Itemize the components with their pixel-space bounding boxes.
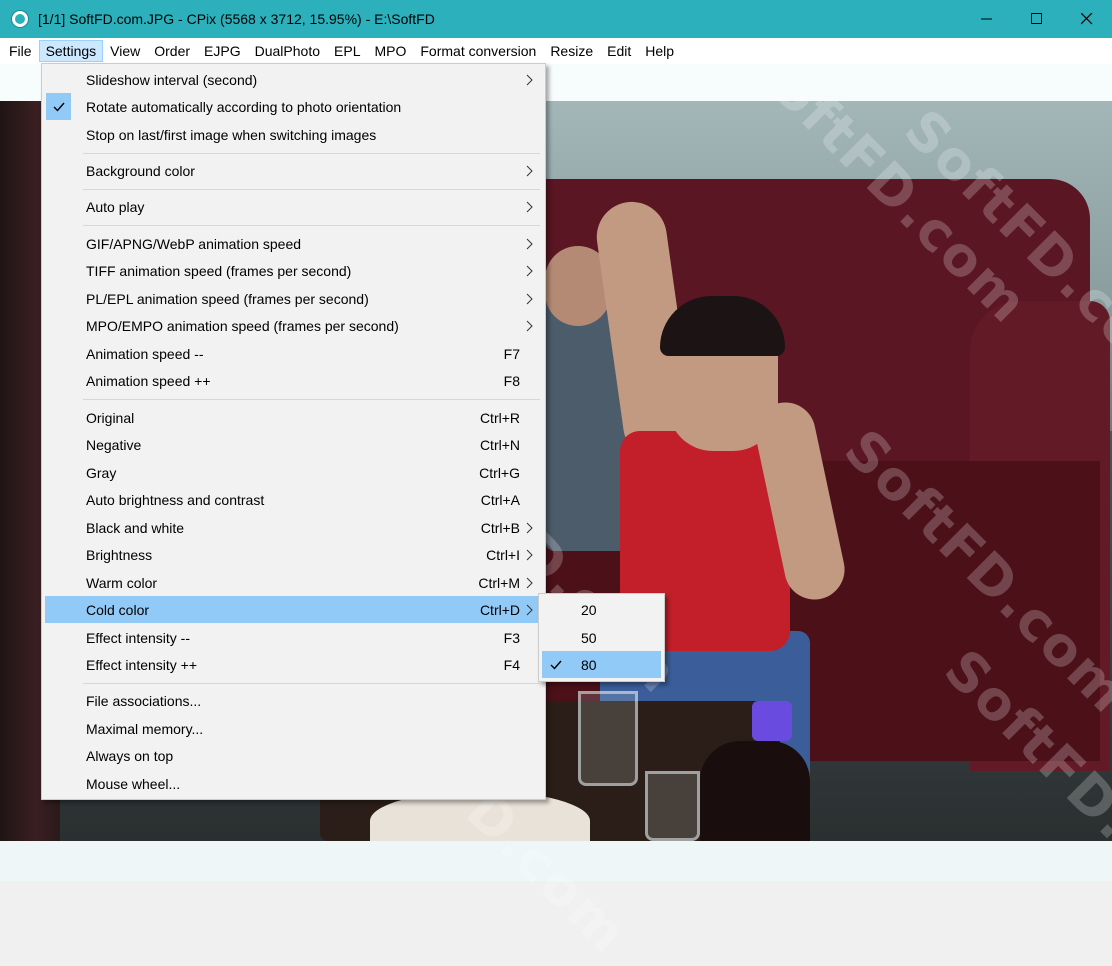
- photo-bottle-cap: [752, 701, 792, 741]
- menu-separator: [83, 399, 540, 400]
- menu-item-slideshow-interval[interactable]: Slideshow interval (second): [45, 66, 542, 93]
- menu-item-file-associations[interactable]: File associations...: [45, 687, 542, 714]
- menu-ejpg[interactable]: EJPG: [197, 40, 248, 62]
- menu-dualphoto[interactable]: DualPhoto: [248, 40, 327, 62]
- window-title: [1/1] SoftFD.com.JPG - CPix (5568 x 3712…: [38, 11, 435, 27]
- submenu-item-50[interactable]: 50: [542, 624, 661, 651]
- menu-item-tiff-animation-speed[interactable]: TIFF animation speed (frames per second): [45, 257, 542, 284]
- menu-separator: [83, 683, 540, 684]
- menu-item-gif-animation-speed[interactable]: GIF/APNG/WebP animation speed: [45, 230, 542, 257]
- chevron-right-icon: [526, 604, 533, 616]
- close-icon: [1081, 13, 1093, 25]
- menu-epl[interactable]: EPL: [327, 40, 367, 62]
- menu-resize[interactable]: Resize: [543, 40, 600, 62]
- settings-menu: Slideshow interval (second) Rotate autom…: [41, 63, 546, 800]
- cold-color-submenu: 20 50 80: [538, 593, 665, 682]
- menu-separator: [83, 189, 540, 190]
- menu-mpo[interactable]: MPO: [367, 40, 413, 62]
- menu-item-cold-color[interactable]: Cold color Ctrl+D: [45, 596, 542, 623]
- menu-item-gray[interactable]: Gray Ctrl+G: [45, 459, 542, 486]
- photo-glass: [578, 691, 638, 786]
- submenu-item-80[interactable]: 80: [542, 651, 661, 678]
- menu-settings[interactable]: Settings: [38, 40, 104, 62]
- chevron-right-icon: [526, 320, 533, 332]
- menu-separator: [83, 153, 540, 154]
- menu-item-stop-on-last-first[interactable]: Stop on last/first image when switching …: [45, 121, 542, 148]
- checkmark-icon: [543, 651, 568, 678]
- chevron-right-icon: [526, 522, 533, 534]
- menu-item-animation-speed-down[interactable]: Animation speed -- F7: [45, 340, 542, 367]
- maximize-button[interactable]: [1012, 0, 1062, 38]
- menu-format-conversion[interactable]: Format conversion: [413, 40, 543, 62]
- menu-item-original[interactable]: Original Ctrl+R: [45, 404, 542, 431]
- menu-item-effect-intensity-down[interactable]: Effect intensity -- F3: [45, 624, 542, 651]
- title-bar: [1/1] SoftFD.com.JPG - CPix (5568 x 3712…: [0, 0, 1112, 38]
- photo-bottle: [700, 741, 810, 841]
- menu-view[interactable]: View: [103, 40, 147, 62]
- menu-item-mpo-empo-animation-speed[interactable]: MPO/EMPO animation speed (frames per sec…: [45, 312, 542, 339]
- photo-glass: [645, 771, 700, 841]
- menu-item-background-color[interactable]: Background color: [45, 157, 542, 184]
- menu-item-effect-intensity-up[interactable]: Effect intensity ++ F4: [45, 651, 542, 678]
- menu-item-warm-color[interactable]: Warm color Ctrl+M: [45, 569, 542, 596]
- submenu-item-20[interactable]: 20: [542, 596, 661, 623]
- maximize-icon: [1031, 13, 1042, 24]
- chevron-right-icon: [526, 549, 533, 561]
- chevron-right-icon: [526, 238, 533, 250]
- app-icon: [12, 11, 28, 27]
- menu-item-maximal-memory[interactable]: Maximal memory...: [45, 715, 542, 742]
- minimize-icon: [981, 18, 992, 20]
- canvas-background-bottom: [0, 841, 1112, 881]
- chevron-right-icon: [526, 293, 533, 305]
- chevron-right-icon: [526, 74, 533, 86]
- menu-item-animation-speed-up[interactable]: Animation speed ++ F8: [45, 367, 542, 394]
- menu-item-auto-play[interactable]: Auto play: [45, 193, 542, 220]
- window-controls: [962, 0, 1112, 38]
- menu-file[interactable]: File: [2, 40, 39, 62]
- menu-separator: [83, 225, 540, 226]
- menu-item-pl-epl-animation-speed[interactable]: PL/EPL animation speed (frames per secon…: [45, 285, 542, 312]
- menu-item-always-on-top[interactable]: Always on top: [45, 742, 542, 769]
- minimize-button[interactable]: [962, 0, 1012, 38]
- menu-item-rotate-automatically[interactable]: Rotate automatically according to photo …: [45, 93, 542, 120]
- chevron-right-icon: [526, 577, 533, 589]
- checkmark-icon: [46, 93, 71, 120]
- menu-item-auto-brightness-contrast[interactable]: Auto brightness and contrast Ctrl+A: [45, 486, 542, 513]
- menu-order[interactable]: Order: [147, 40, 197, 62]
- menu-bar: File Settings View Order EJPG DualPhoto …: [0, 38, 1112, 64]
- menu-item-black-and-white[interactable]: Black and white Ctrl+B: [45, 514, 542, 541]
- menu-edit[interactable]: Edit: [600, 40, 638, 62]
- menu-item-mouse-wheel[interactable]: Mouse wheel...: [45, 770, 542, 797]
- chevron-right-icon: [526, 165, 533, 177]
- chevron-right-icon: [526, 201, 533, 213]
- menu-item-brightness[interactable]: Brightness Ctrl+I: [45, 541, 542, 568]
- chevron-right-icon: [526, 265, 533, 277]
- menu-help[interactable]: Help: [638, 40, 681, 62]
- close-button[interactable]: [1062, 0, 1112, 38]
- menu-item-negative[interactable]: Negative Ctrl+N: [45, 431, 542, 458]
